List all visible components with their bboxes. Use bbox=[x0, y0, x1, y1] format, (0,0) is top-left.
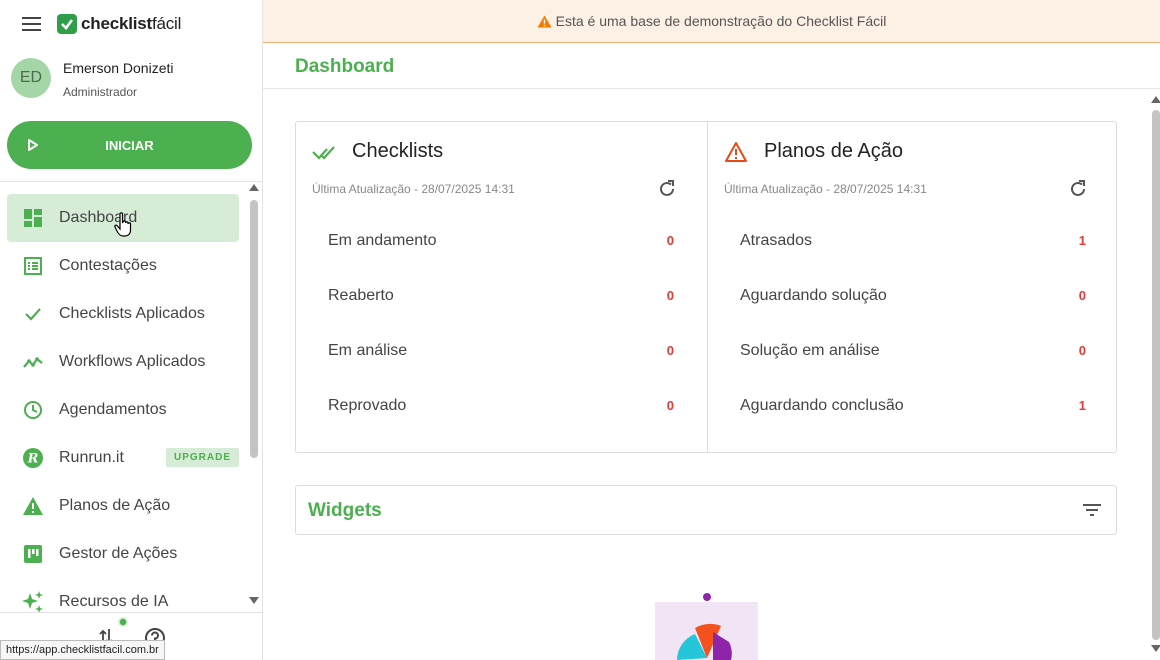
sidebar-item-gestor-de-acoes[interactable]: Gestor de Ações bbox=[7, 530, 239, 578]
main-scroll-down-arrow[interactable] bbox=[1151, 645, 1160, 652]
sidebar-item-label: Checklists Aplicados bbox=[59, 305, 205, 322]
logo-text: checklistfácil bbox=[81, 14, 182, 33]
trend-icon bbox=[7, 352, 59, 372]
avatar: ED bbox=[11, 58, 51, 98]
filter-icon[interactable] bbox=[1082, 502, 1102, 518]
action-plans-row-aguardando-solucao[interactable]: Aguardando solução 0 bbox=[740, 268, 1086, 323]
checklists-card: Checklists Última Atualização - 28/07/20… bbox=[296, 122, 707, 452]
checklists-row-em-andamento[interactable]: Em andamento 0 bbox=[328, 213, 674, 268]
sparkle-icon bbox=[7, 590, 59, 614]
summary-panel: Checklists Última Atualização - 28/07/20… bbox=[295, 121, 1117, 453]
warning-icon bbox=[537, 15, 552, 27]
clock-icon bbox=[7, 400, 59, 420]
sidebar-item-runrun[interactable]: R Runrun.it UPGRADE bbox=[7, 434, 239, 482]
start-button[interactable]: INICIAR bbox=[7, 121, 252, 169]
sidebar-scrollbar[interactable] bbox=[250, 200, 258, 458]
checklists-title: Checklists bbox=[352, 140, 444, 162]
sidebar-nav: Dashboard Contestações Checklists Aplica… bbox=[7, 194, 239, 626]
empty-state-illustration bbox=[655, 593, 758, 660]
sidebar-scroll-down-arrow[interactable] bbox=[249, 597, 259, 604]
page-header: Dashboard bbox=[263, 44, 1160, 89]
divider bbox=[0, 181, 262, 182]
dashboard-icon bbox=[7, 208, 59, 228]
checklists-check-icon bbox=[312, 145, 335, 160]
sidebar-item-checklists-aplicados[interactable]: Checklists Aplicados bbox=[7, 290, 239, 338]
warning-icon bbox=[7, 496, 59, 516]
refresh-icon[interactable] bbox=[657, 179, 677, 199]
brand-bar: checklistfácil bbox=[0, 0, 262, 48]
demo-banner: Esta é uma base de demonstração do Check… bbox=[263, 0, 1160, 43]
status-bar-url: https://app.checklistfacil.com.br bbox=[0, 640, 165, 660]
sidebar-item-workflows-aplicados[interactable]: Workflows Aplicados bbox=[7, 338, 239, 386]
action-plans-title: Planos de Ação bbox=[764, 140, 903, 162]
action-plans-row-aguardando-conclusao[interactable]: Aguardando conclusão 1 bbox=[740, 378, 1086, 433]
action-plans-card: Planos de Ação Última Atualização - 28/0… bbox=[707, 122, 1118, 452]
online-status-icon bbox=[118, 617, 128, 627]
hamburger-menu-icon[interactable] bbox=[22, 17, 41, 31]
main-scrollbar[interactable] bbox=[1152, 110, 1160, 640]
app-root: checklistfácil ED Emerson Donizeti Admin… bbox=[0, 0, 1160, 660]
checklists-updated: Última Atualização - 28/07/2025 14:31 bbox=[312, 182, 515, 196]
sidebar-scroll-up-arrow[interactable] bbox=[249, 184, 259, 191]
widgets-bar: Widgets bbox=[295, 485, 1117, 535]
sidebar-item-label: Workflows Aplicados bbox=[59, 353, 206, 370]
checklists-row-em-analise[interactable]: Em análise 0 bbox=[328, 323, 674, 378]
sidebar-item-label: Recursos de IA bbox=[59, 593, 169, 610]
action-plans-row-atrasados[interactable]: Atrasados 1 bbox=[740, 213, 1086, 268]
action-plans-warning-icon bbox=[725, 141, 747, 162]
checklists-row-reprovado[interactable]: Reprovado 0 bbox=[328, 378, 674, 433]
user-role: Administrador bbox=[63, 85, 138, 99]
runrun-icon: R bbox=[7, 447, 59, 469]
user-name: Emerson Donizeti bbox=[63, 60, 174, 76]
check-icon bbox=[7, 304, 59, 324]
svg-text:R: R bbox=[27, 452, 39, 467]
start-button-label: INICIAR bbox=[105, 137, 154, 153]
refresh-icon[interactable] bbox=[1068, 179, 1088, 199]
sidebar-item-label: Gestor de Ações bbox=[59, 545, 178, 562]
widgets-title: Widgets bbox=[308, 500, 382, 521]
hand-cursor-icon bbox=[114, 212, 132, 237]
list-icon bbox=[7, 256, 59, 276]
banner-text: Esta é uma base de demonstração do Check… bbox=[555, 13, 887, 29]
sidebar-item-label: Planos de Ação bbox=[59, 497, 171, 514]
sidebar: checklistfácil ED Emerson Donizeti Admin… bbox=[0, 0, 263, 660]
logo[interactable]: checklistfácil bbox=[57, 14, 181, 34]
play-icon bbox=[28, 139, 38, 151]
sidebar-item-label: Contestações bbox=[59, 257, 157, 274]
main-scroll-up-arrow[interactable] bbox=[1151, 96, 1160, 103]
sidebar-item-planos-de-acao[interactable]: Planos de Ação bbox=[7, 482, 239, 530]
sidebar-item-contestacoes[interactable]: Contestações bbox=[7, 242, 239, 290]
sidebar-item-label: Agendamentos bbox=[59, 401, 167, 418]
action-plans-row-solucao-em-analise[interactable]: Solução em análise 0 bbox=[740, 323, 1086, 378]
checklists-row-reaberto[interactable]: Reaberto 0 bbox=[328, 268, 674, 323]
sidebar-item-agendamentos[interactable]: Agendamentos bbox=[7, 386, 239, 434]
action-plans-updated: Última Atualização - 28/07/2025 14:31 bbox=[724, 182, 927, 196]
page-title: Dashboard bbox=[295, 56, 395, 77]
kanban-icon bbox=[7, 545, 59, 563]
sidebar-item-label: Runrun.it bbox=[59, 449, 124, 466]
user-profile[interactable]: ED Emerson Donizeti Administrador bbox=[11, 58, 174, 99]
upgrade-badge[interactable]: UPGRADE bbox=[165, 448, 239, 467]
logo-check-icon bbox=[57, 14, 77, 34]
